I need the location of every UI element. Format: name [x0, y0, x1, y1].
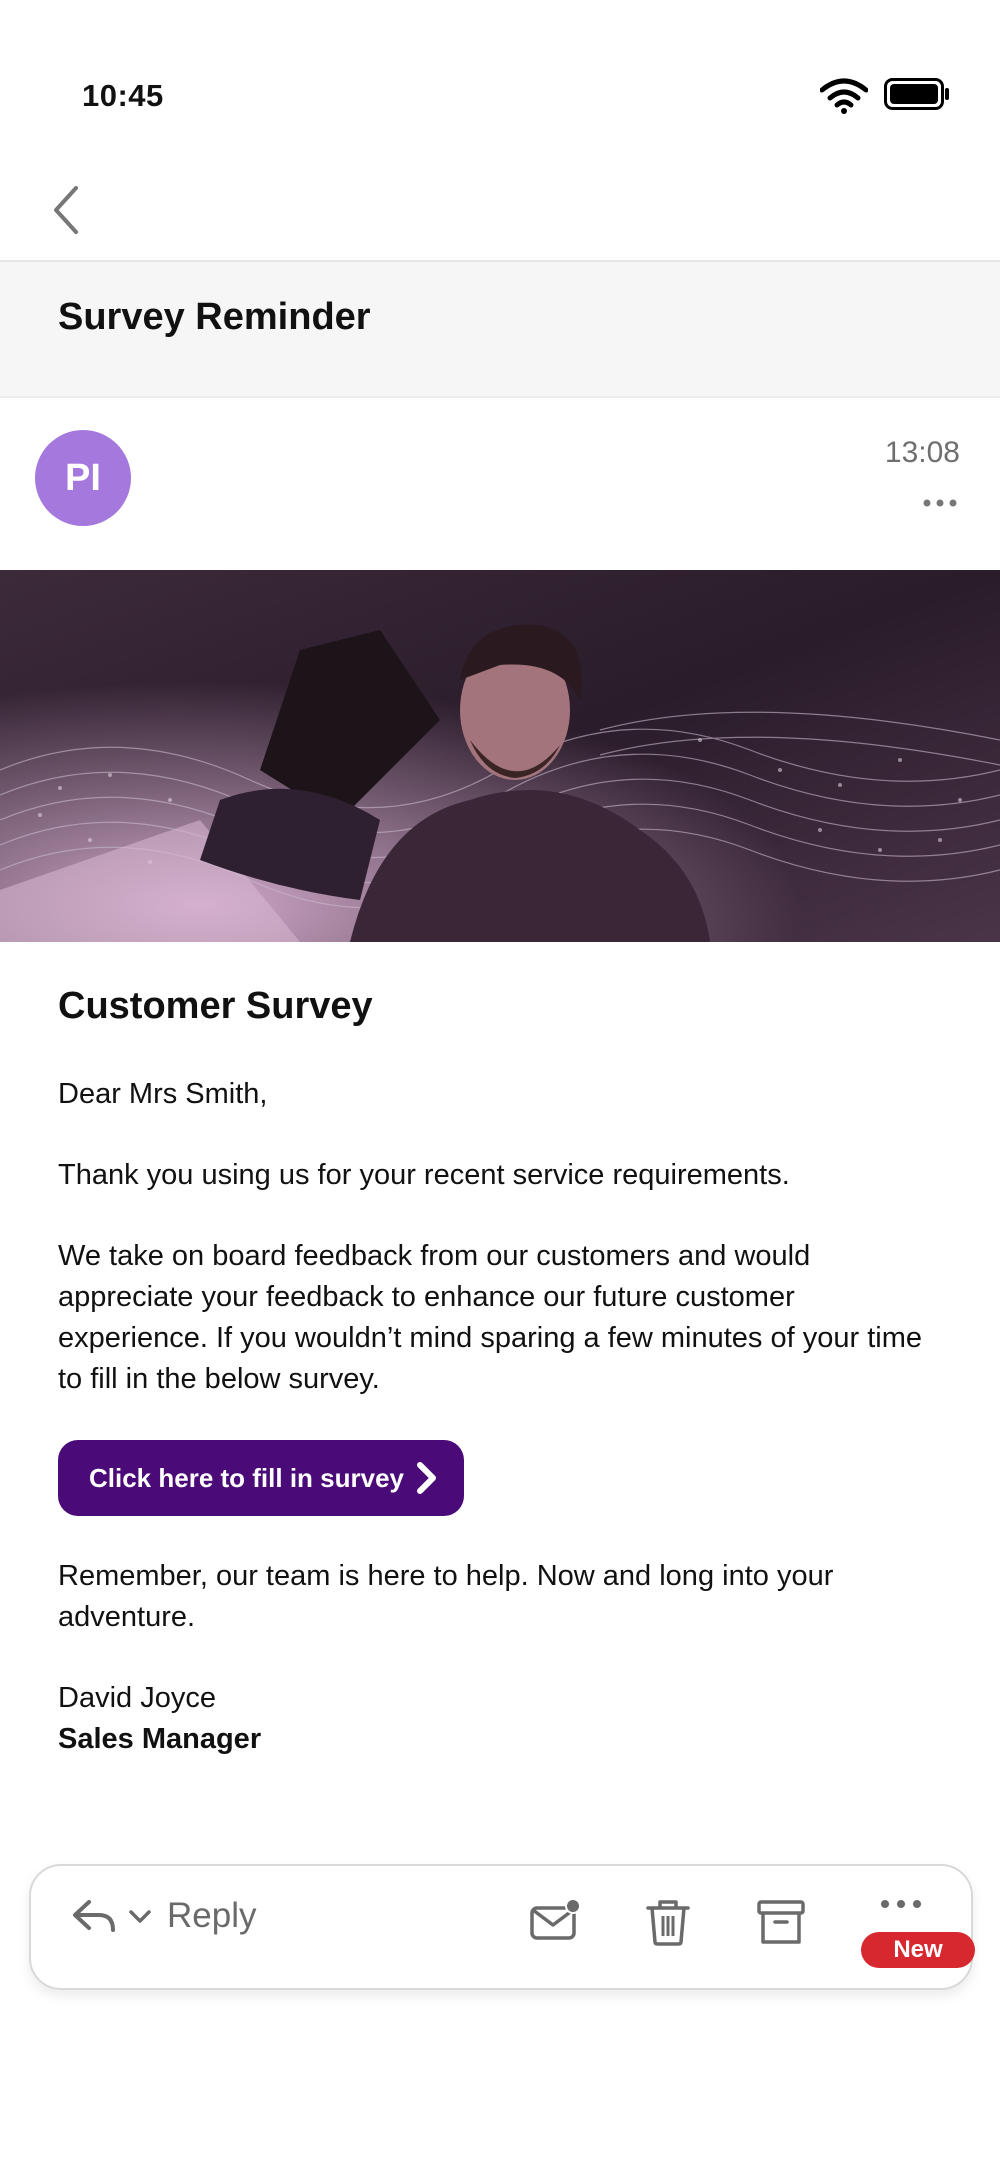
signature-title: Sales Manager — [58, 1723, 262, 1755]
action-toolbar: Reply New — [29, 1864, 975, 1990]
reply-button[interactable]: Reply — [71, 1896, 256, 1936]
email-body: Customer Survey Dear Mrs Smith, Thank yo… — [58, 985, 948, 1760]
more-actions-icon[interactable] — [879, 1896, 923, 1912]
chevron-down-icon[interactable] — [127, 1906, 153, 1926]
more-options-icon[interactable] — [920, 496, 960, 510]
body-paragraph-3: Remember, our team is here to help. Now … — [58, 1560, 834, 1633]
chevron-right-icon — [417, 1462, 436, 1494]
received-time: 13:08 — [884, 436, 960, 469]
navigation-bar — [0, 150, 1000, 262]
survey-button-label: Click here to fill in survey — [89, 1462, 404, 1493]
wifi-icon — [820, 78, 868, 114]
signature-name: David Joyce — [58, 1682, 216, 1714]
sender-avatar[interactable]: PI — [35, 430, 131, 526]
reply-label: Reply — [167, 1896, 257, 1935]
body-paragraph-1: Thank you using us for your recent servi… — [58, 1159, 790, 1191]
trash-icon[interactable] — [640, 1894, 696, 1950]
status-bar: 10:45 — [0, 0, 1000, 150]
status-time: 10:45 — [82, 78, 164, 113]
body-paragraph-2: We take on board feedback from our custo… — [58, 1240, 922, 1395]
mark-unread-icon[interactable] — [527, 1894, 583, 1950]
archive-icon[interactable] — [753, 1894, 809, 1950]
hero-image — [0, 570, 1000, 942]
sender-row: PI 13:08 — [0, 398, 1000, 570]
reply-icon — [73, 1900, 115, 1932]
survey-button[interactable]: Click here to fill in survey — [58, 1440, 464, 1516]
new-badge: New — [861, 1932, 975, 1968]
mechanic-image — [0, 570, 1000, 942]
email-subject: Survey Reminder — [58, 296, 371, 338]
back-icon[interactable] — [42, 180, 90, 240]
greeting: Dear Mrs Smith, — [58, 1078, 268, 1110]
subject-header: Survey Reminder — [0, 262, 1000, 398]
battery-icon — [884, 78, 949, 110]
survey-title: Customer Survey — [58, 985, 373, 1027]
